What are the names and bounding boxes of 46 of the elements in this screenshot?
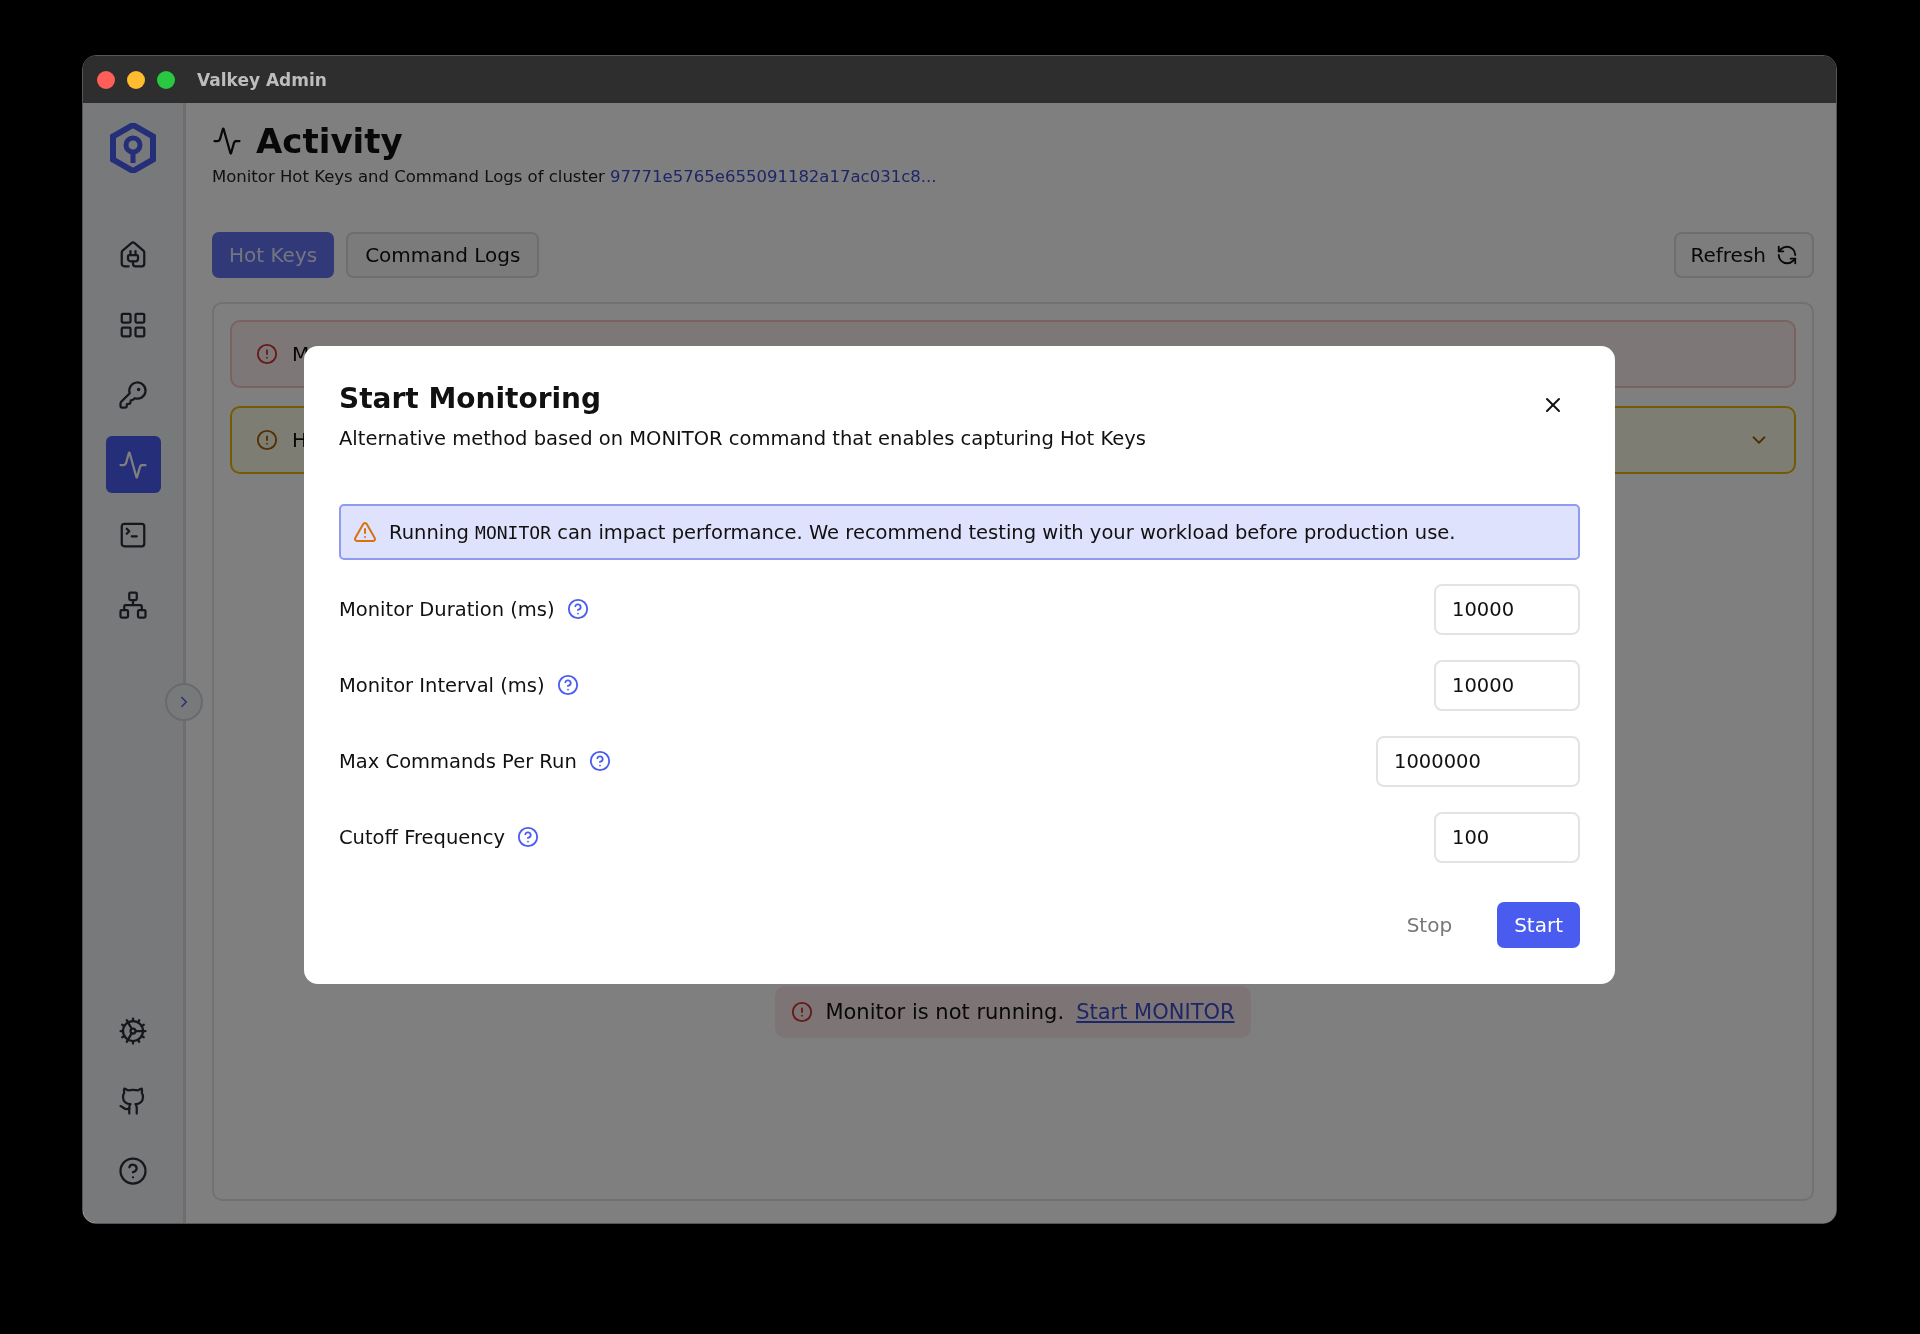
status-text: Monitor is not running. (825, 1000, 1065, 1024)
field-label: Monitor Interval (ms) (339, 673, 545, 697)
dialog-description: Alternative method based on MONITOR command that enables capturing Hot Keys (339, 427, 1147, 450)
help-button[interactable] (566, 598, 589, 620)
help-button[interactable] (516, 826, 539, 848)
activity-icon (212, 126, 242, 156)
field-label: Monitor Duration (ms) (339, 597, 555, 621)
start-monitor-link[interactable]: Start MONITOR (1076, 1000, 1235, 1024)
help-icon (556, 674, 579, 696)
field-label: Cutoff Frequency (339, 825, 505, 849)
window-title: Valkey Admin (197, 69, 327, 90)
minimize-window-button[interactable] (127, 70, 145, 89)
alert-icon (791, 1001, 814, 1023)
key-icon (118, 379, 148, 410)
number-field[interactable]: 1000000 (1376, 735, 1580, 787)
activity-icon (118, 449, 148, 480)
house-plug-icon (118, 239, 148, 270)
sidebar-nav-button[interactable] (105, 436, 161, 493)
dialog-title: Start Monitoring (339, 382, 602, 415)
help-icon (566, 598, 589, 620)
close-window-button[interactable] (97, 70, 115, 89)
logo-icon (110, 123, 156, 173)
warning-text: Running MONITOR can impact performance. We recommend testing with your workload before production use. (389, 520, 1456, 544)
help-icon (516, 826, 539, 848)
refresh-icon (1776, 244, 1798, 266)
help-icon (118, 1155, 148, 1186)
page-title: Activity (256, 121, 403, 161)
help-icon (588, 750, 611, 772)
alert-icon (256, 429, 278, 451)
help-button[interactable] (556, 674, 579, 696)
help-button[interactable] (588, 750, 611, 772)
number-field[interactable]: 10000 (1434, 659, 1580, 711)
gear-icon (118, 1015, 148, 1046)
cluster-link[interactable]: 97771e5765e655091182a17ac031c8... (610, 167, 937, 186)
refresh-button[interactable]: Refresh (1674, 232, 1814, 278)
number-field[interactable]: 10000 (1434, 583, 1580, 635)
maximize-window-button[interactable] (157, 70, 175, 89)
number-field[interactable]: 100 (1434, 811, 1580, 863)
alert-icon (256, 343, 278, 365)
stop-button[interactable]: Stop (1389, 902, 1470, 948)
start-button[interactable]: Start (1497, 902, 1580, 948)
tab[interactable]: Command Logs (346, 232, 540, 278)
warning-icon (353, 520, 377, 544)
page-subtitle: Monitor Hot Keys and Command Logs of cluster 97771e5765e655091182a17ac031c8... (212, 167, 938, 186)
field-label: Max Commands Per Run (339, 749, 577, 773)
network-icon (118, 589, 148, 620)
